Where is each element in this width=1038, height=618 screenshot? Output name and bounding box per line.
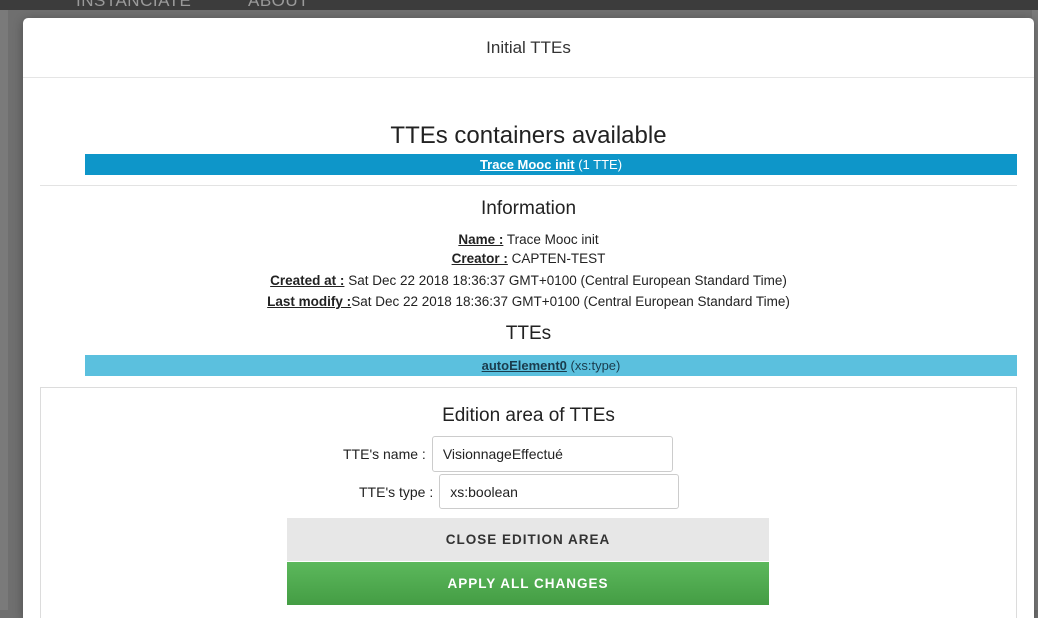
ttes-heading: TTEs (505, 323, 552, 344)
information-heading: Information (480, 198, 577, 219)
info-creator-line: Creator : CAPTEN-TEST (23, 251, 1034, 266)
info-modified-label: Last modify : (267, 294, 352, 309)
tte-type-label: TTE's type : (359, 483, 434, 500)
info-modified-value: Sat Dec 22 2018 18:36:37 GMT+0100 (Centr… (351, 294, 790, 309)
divider (40, 185, 1017, 186)
modal-title: Initial TTEs (486, 37, 571, 57)
background-overlay-left (0, 10, 8, 610)
nav-item-instanciate: INSTANCIATE (76, 0, 192, 10)
info-creator-label: Creator : (451, 251, 508, 266)
tte-type-row: TTE's type : (359, 474, 680, 509)
info-name-label: Name : (458, 232, 504, 247)
close-edition-area-button[interactable]: CLOSE EDITION AREA (287, 518, 769, 561)
tte-type: (xs:type) (570, 358, 621, 373)
tte-name-row: TTE's name : (343, 436, 673, 472)
edition-area: Edition area of TTEs TTE's name : TTE's … (40, 387, 1017, 618)
tte-type-input[interactable] (439, 474, 680, 509)
initial-ttes-modal: Initial TTEs TTEs containers available T… (23, 18, 1034, 618)
edition-heading: Edition area of TTEs (442, 405, 615, 426)
tte-link[interactable]: autoElement0 (482, 358, 567, 373)
container-link[interactable]: Trace Mooc init (480, 157, 575, 172)
tte-name-input[interactable] (431, 436, 673, 472)
info-modified-line: Last modify :Sat Dec 22 2018 18:36:37 GM… (23, 294, 1034, 309)
modal-header: Initial TTEs (23, 18, 1034, 78)
info-creator-value: CAPTEN-TEST (511, 251, 606, 266)
info-created-label: Created at : (270, 273, 345, 288)
containers-heading: TTEs containers available (390, 122, 667, 149)
info-name-value: Trace Mooc init (506, 232, 599, 247)
container-count: (1 TTE) (578, 157, 623, 172)
info-created-value: Sat Dec 22 2018 18:36:37 GMT+0100 (Centr… (348, 273, 787, 288)
nav-item-about: ABOUT (248, 0, 310, 10)
apply-all-changes-button[interactable]: APPLY ALL CHANGES (287, 562, 769, 605)
background-navbar: INSTANCIATE ABOUT (0, 0, 1038, 10)
tte-name-label: TTE's name : (343, 446, 426, 462)
tte-bar[interactable]: autoElement0 (xs:type) (85, 355, 1017, 376)
info-name-line: Name : Trace Mooc init (23, 232, 1034, 247)
info-created-line: Created at : Sat Dec 22 2018 18:36:37 GM… (23, 273, 1034, 288)
container-bar[interactable]: Trace Mooc init (1 TTE) (85, 154, 1017, 175)
